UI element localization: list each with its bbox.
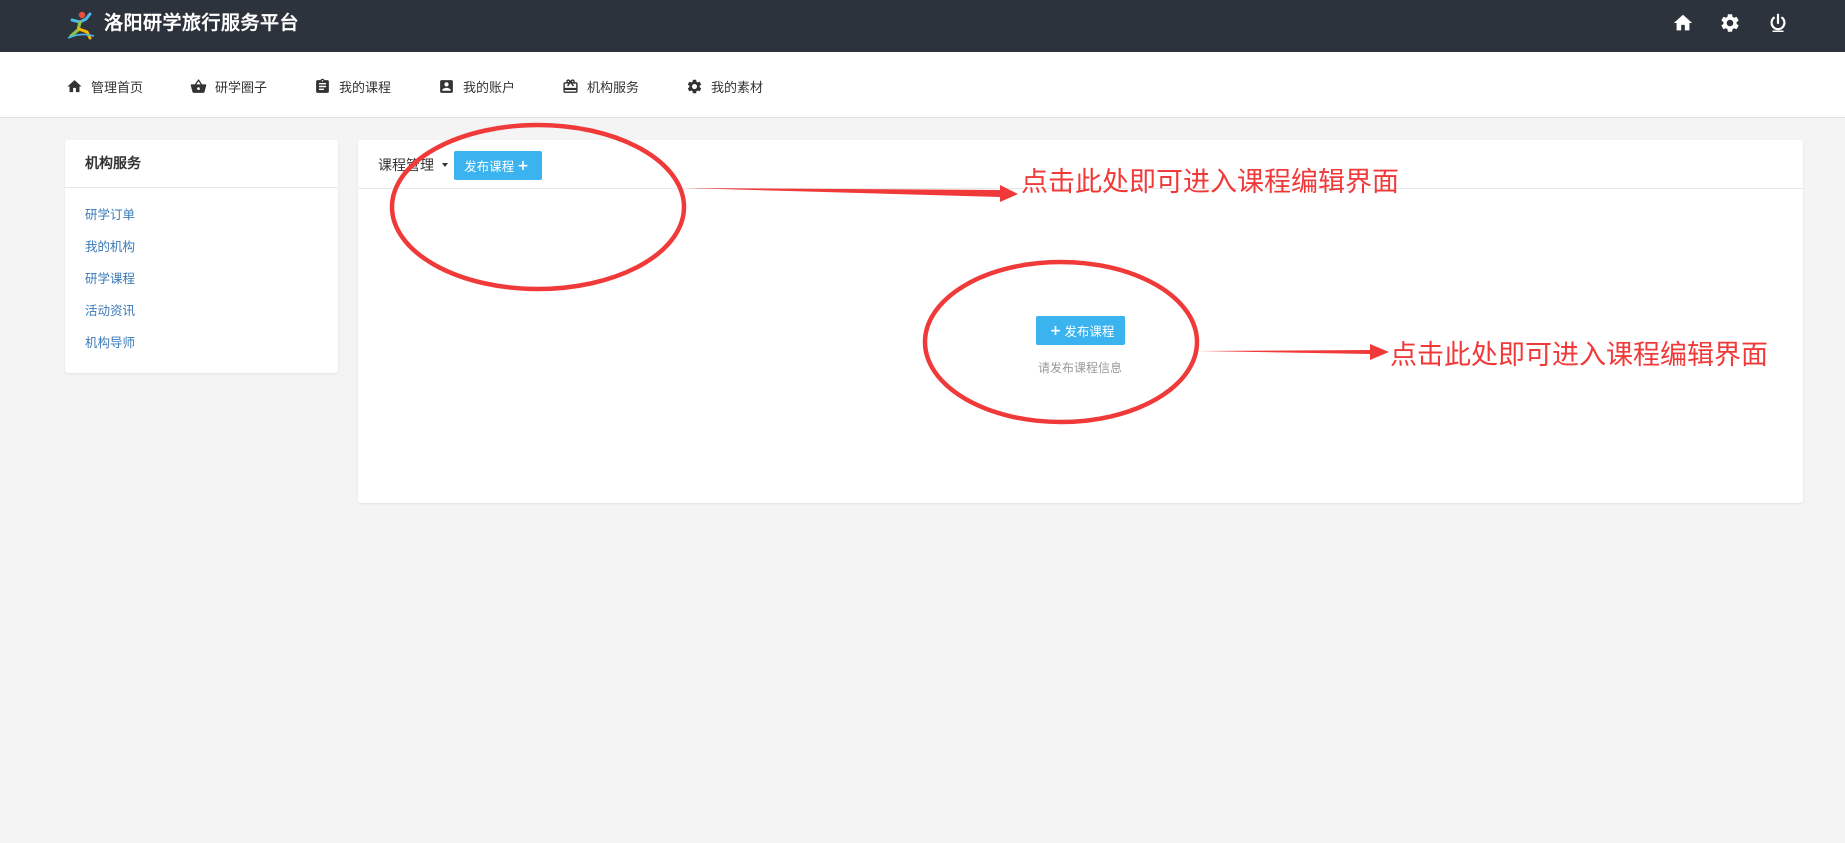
home-icon	[66, 78, 83, 95]
empty-state-hint: 请发布课程信息	[1037, 361, 1122, 375]
gear-icon[interactable]	[1719, 12, 1741, 34]
nav-item-label: 我的素材	[711, 80, 764, 96]
sidebar-item-orders[interactable]: 研学订单	[65, 206, 338, 238]
sidebar-item-my-institution[interactable]: 我的机构	[65, 238, 338, 270]
nav-item-services[interactable]: 机构服务	[562, 76, 639, 96]
nav-item-materials[interactable]: 我的素材	[686, 76, 763, 96]
sidebar-item-courses[interactable]: 研学课程	[65, 270, 338, 302]
store-icon	[562, 78, 579, 95]
basket-icon	[190, 78, 207, 95]
nav-item-account[interactable]: 我的账户	[438, 76, 515, 96]
sidebar-list: 研学订单 我的机构 研学课程 活动资讯 机构导师	[65, 188, 338, 366]
plus-icon: +	[517, 157, 529, 174]
nav-item-home[interactable]: 管理首页	[66, 76, 143, 96]
nav-item-label: 我的课程	[339, 80, 392, 96]
publish-course-button-center[interactable]: + 发布课程	[1036, 316, 1125, 345]
gear-icon	[686, 78, 703, 95]
brand-title[interactable]: 洛阳研学旅行服务平台	[104, 10, 299, 36]
sidebar-title: 机构服务	[65, 140, 338, 188]
nav-item-label: 研学圈子	[215, 80, 268, 96]
runner-logo-icon[interactable]	[66, 10, 96, 40]
publish-button-label: 发布课程	[464, 159, 515, 174]
page-title: 课程管理	[378, 158, 434, 174]
clipboard-icon	[314, 78, 331, 95]
annotation-note-center: 点击此处即可进入课程编辑界面	[1390, 340, 1768, 371]
home-icon[interactable]	[1672, 12, 1694, 34]
main-nav: 管理首页 研学圈子 我的课程 我的账户 机构服务 我的素材	[0, 52, 1845, 118]
caret-down-icon	[442, 163, 448, 167]
nav-item-circle[interactable]: 研学圈子	[190, 76, 267, 96]
annotation-note-top: 点击此处即可进入课程编辑界面	[1021, 167, 1399, 198]
sidebar-item-news[interactable]: 活动资讯	[65, 302, 338, 334]
account-box-icon	[438, 78, 455, 95]
nav-item-label: 管理首页	[91, 80, 144, 96]
plus-icon: +	[1049, 322, 1062, 339]
sidebar-item-tutors[interactable]: 机构导师	[65, 334, 338, 366]
power-icon[interactable]	[1767, 12, 1789, 34]
top-bar: 洛阳研学旅行服务平台	[0, 0, 1845, 52]
course-management-dropdown[interactable]: 课程管理	[378, 155, 448, 175]
nav-item-label: 我的账户	[463, 80, 516, 96]
nav-item-courses[interactable]: 我的课程	[314, 76, 391, 96]
sidebar: 机构服务 研学订单 我的机构 研学课程 活动资讯 机构导师	[65, 140, 338, 373]
publish-button-label: 发布课程	[1064, 324, 1115, 339]
nav-item-label: 机构服务	[587, 80, 640, 96]
publish-course-button-top[interactable]: 发布课程 +	[454, 151, 542, 180]
